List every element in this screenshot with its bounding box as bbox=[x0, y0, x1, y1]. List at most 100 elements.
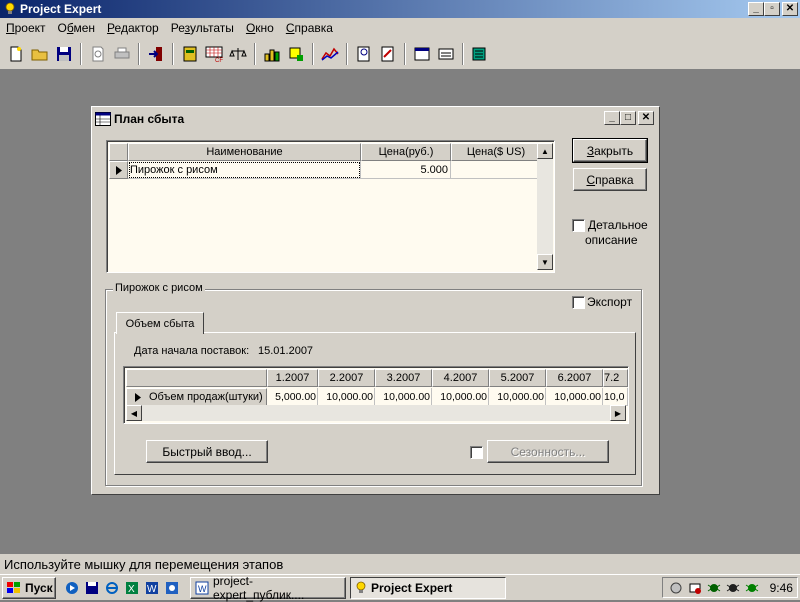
open-folder-icon[interactable] bbox=[29, 43, 51, 65]
menu-project[interactable]: Проект bbox=[0, 21, 52, 35]
floppy-icon[interactable] bbox=[84, 580, 100, 596]
svg-text:W: W bbox=[198, 584, 207, 594]
table-icon[interactable] bbox=[179, 43, 201, 65]
bug-tray-icon[interactable] bbox=[745, 580, 760, 596]
start-date-label: Дата начала поставок: bbox=[134, 345, 250, 357]
word-document-icon: W bbox=[195, 581, 209, 595]
month-header[interactable]: 6.2007 bbox=[546, 369, 603, 387]
report-icon[interactable] bbox=[377, 43, 399, 65]
dialog-maximize-button[interactable]: □ bbox=[620, 111, 636, 125]
taskbar: Пуск X W W project-expert_публик.... Pro… bbox=[0, 574, 800, 602]
price-rub-cell[interactable]: 5.000 bbox=[361, 161, 451, 179]
scroll-down-icon[interactable]: ▼ bbox=[537, 254, 553, 270]
volume-grid-header: 1.2007 2.2007 3.2007 4.2007 5.2007 6.200… bbox=[126, 369, 628, 388]
sales-plan-dialog: План сбыта _ □ ✕ Наименование Цена(руб.)… bbox=[91, 106, 660, 495]
month-header[interactable]: 4.2007 bbox=[432, 369, 489, 387]
volume-cell[interactable]: 10,000.00 bbox=[546, 388, 603, 406]
close-window-button[interactable]: ✕ bbox=[782, 2, 798, 16]
export-checkbox[interactable] bbox=[572, 296, 585, 309]
row-pointer-icon bbox=[109, 161, 128, 179]
table-row[interactable]: Пирожок с рисом 5.000 bbox=[109, 161, 541, 179]
column-header-name[interactable]: Наименование bbox=[128, 143, 361, 161]
export-label: Экспорт bbox=[587, 295, 633, 309]
volume-cell[interactable]: 10,000.00 bbox=[432, 388, 489, 406]
table-row[interactable]: Объем продаж(штуки) 5,000.00 10,000.00 1… bbox=[126, 388, 628, 406]
month-header[interactable]: 3.2007 bbox=[375, 369, 432, 387]
volume-cell[interactable]: 5,000.00 bbox=[267, 388, 318, 406]
dialog-close-x-button[interactable]: ✕ bbox=[638, 111, 654, 125]
window-icon[interactable] bbox=[411, 43, 433, 65]
volume-horizontal-scrollbar[interactable]: ◀ ▶ bbox=[126, 405, 626, 421]
word-icon[interactable]: W bbox=[144, 580, 160, 596]
header-corner-cell bbox=[126, 369, 267, 387]
clock-tray-icon[interactable] bbox=[669, 580, 684, 596]
detail-description-label-line2: описание bbox=[585, 233, 638, 247]
menu-exchange[interactable]: Обмен bbox=[52, 21, 102, 35]
menu-window[interactable]: Окно bbox=[240, 21, 280, 35]
menu-results[interactable]: Результаты bbox=[165, 21, 240, 35]
price-usd-cell[interactable] bbox=[451, 161, 541, 179]
menu-editor[interactable]: Редактор bbox=[101, 21, 165, 35]
dialog-minimize-button[interactable]: _ bbox=[604, 111, 620, 125]
minimize-button[interactable]: _ bbox=[748, 2, 764, 16]
antivirus-tray-icon[interactable] bbox=[707, 580, 722, 596]
scroll-up-icon[interactable]: ▲ bbox=[537, 143, 553, 159]
chart-bars-icon[interactable] bbox=[261, 43, 283, 65]
cashflow-icon[interactable]: CF bbox=[203, 43, 225, 65]
close-button[interactable]: Закрыть bbox=[572, 138, 648, 163]
restore-button[interactable]: ▫ bbox=[764, 2, 780, 16]
media-player-icon[interactable] bbox=[64, 580, 80, 596]
internet-explorer-icon[interactable] bbox=[104, 580, 120, 596]
seasonality-checkbox[interactable] bbox=[470, 446, 483, 459]
volume-cell[interactable]: 10,000.00 bbox=[375, 388, 432, 406]
clock[interactable]: 9:46 bbox=[770, 581, 793, 595]
quick-launch: X W bbox=[62, 580, 182, 596]
print-icon[interactable] bbox=[111, 43, 133, 65]
balance-scales-icon[interactable] bbox=[227, 43, 249, 65]
start-date-value: 15.01.2007 bbox=[258, 345, 314, 357]
volume-cell[interactable]: 10,000.00 bbox=[318, 388, 375, 406]
start-button[interactable]: Пуск bbox=[2, 576, 56, 599]
detail-description-checkbox[interactable] bbox=[572, 219, 585, 232]
help-button[interactable]: Справка bbox=[573, 168, 647, 191]
month-header[interactable]: 2.2007 bbox=[318, 369, 375, 387]
seasonality-button[interactable]: Сезонность... bbox=[487, 440, 609, 463]
scroll-left-icon[interactable]: ◀ bbox=[126, 405, 142, 421]
table-window-icon bbox=[95, 112, 111, 126]
tab-sales-volume[interactable]: Объем сбыта bbox=[116, 312, 204, 334]
highlight-icon[interactable] bbox=[285, 43, 307, 65]
column-header-price-rub[interactable]: Цена(руб.) bbox=[361, 143, 451, 161]
month-header[interactable]: 7.2 bbox=[603, 369, 628, 387]
svg-text:CF: CF bbox=[215, 58, 223, 63]
task-word-document[interactable]: W project-expert_публик.... bbox=[190, 574, 346, 602]
line-chart-icon[interactable] bbox=[319, 43, 341, 65]
dialog-icon[interactable] bbox=[435, 43, 457, 65]
product-name-cell[interactable]: Пирожок с рисом bbox=[128, 161, 361, 179]
month-header[interactable]: 5.2007 bbox=[489, 369, 546, 387]
search-report-icon[interactable] bbox=[353, 43, 375, 65]
network-tray-icon[interactable] bbox=[688, 580, 703, 596]
column-header-price-usd[interactable]: Цена($ US) bbox=[451, 143, 541, 161]
print-preview-icon[interactable] bbox=[87, 43, 109, 65]
data-export-icon[interactable] bbox=[469, 43, 491, 65]
volume-cell[interactable]: 10,000.00 bbox=[489, 388, 546, 406]
svg-text:W: W bbox=[147, 584, 157, 595]
products-vertical-scrollbar[interactable]: ▲ ▼ bbox=[537, 143, 553, 270]
exit-icon[interactable] bbox=[145, 43, 167, 65]
windows-logo-icon bbox=[6, 581, 22, 595]
scroll-right-icon[interactable]: ▶ bbox=[610, 405, 626, 421]
dialog-titlebar[interactable]: План сбыта _ □ ✕ bbox=[95, 110, 656, 128]
app-titlebar[interactable]: Project Expert _ ▫ ✕ bbox=[0, 0, 800, 18]
volume-cell[interactable]: 10,0 bbox=[603, 388, 628, 406]
products-grid: Наименование Цена(руб.) Цена($ US) Пирож… bbox=[106, 140, 555, 273]
task-project-expert[interactable]: Project Expert bbox=[350, 576, 506, 599]
security-tray-icon[interactable] bbox=[726, 580, 741, 596]
outlook-icon[interactable] bbox=[164, 580, 180, 596]
quick-input-button[interactable]: Быстрый ввод... bbox=[146, 440, 268, 463]
new-project-icon[interactable] bbox=[5, 43, 27, 65]
detail-description-label-line1: Детальное bbox=[588, 218, 648, 232]
month-header[interactable]: 1.2007 bbox=[267, 369, 318, 387]
menu-help[interactable]: Справка bbox=[280, 21, 339, 35]
save-disk-icon[interactable] bbox=[53, 43, 75, 65]
excel-icon[interactable]: X bbox=[124, 580, 140, 596]
